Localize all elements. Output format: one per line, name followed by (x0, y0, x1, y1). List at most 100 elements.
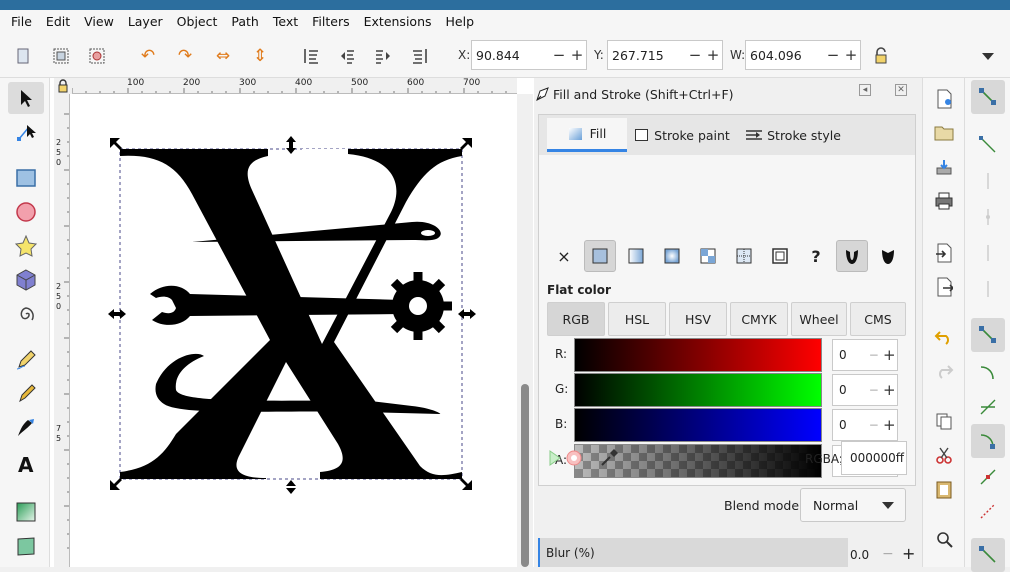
menu-help[interactable]: Help (439, 10, 482, 34)
red-increment-button[interactable]: + (882, 346, 897, 364)
fill-rule-nonzero-button[interactable] (872, 240, 904, 272)
ellipse-tool-icon[interactable] (8, 196, 44, 228)
w-increment-button[interactable]: + (842, 46, 860, 64)
blue-spinbox[interactable]: 0 − + (832, 409, 898, 441)
select-all-layers-icon[interactable] (48, 43, 74, 69)
spiral-tool-icon[interactable] (8, 298, 44, 330)
x-field[interactable]: 90.844 − + (471, 40, 587, 70)
tab-stroke-style[interactable]: Stroke style (737, 118, 849, 152)
pattern-button[interactable] (692, 240, 724, 272)
menu-edit[interactable]: Edit (39, 10, 77, 34)
toolbar-overflow-icon[interactable] (975, 43, 1001, 69)
mode-rgb-button[interactable]: RGB (547, 302, 605, 336)
snap-midpoints-icon[interactable] (971, 460, 1005, 494)
menu-filters[interactable]: Filters (305, 10, 356, 34)
color-picker-icon[interactable] (598, 447, 620, 469)
w-field[interactable]: 604.096 − + (745, 40, 861, 70)
calligraphy-tool-icon[interactable] (8, 412, 44, 444)
snap-bbox-midpoints-icon[interactable] (971, 236, 1005, 270)
lower-to-bottom-icon[interactable] (407, 43, 433, 69)
mode-wheel-button[interactable]: Wheel (791, 302, 847, 336)
y-decrement-button[interactable]: − (686, 46, 704, 64)
vertical-ruler[interactable]: 2 5 0 2 5 0 7 5 (54, 94, 70, 567)
y-value[interactable]: 267.715 (608, 48, 686, 63)
panel-collapse-icon[interactable]: ◂ (859, 84, 871, 96)
green-decrement-button[interactable]: − (866, 383, 881, 397)
snap-paths-icon[interactable] (971, 356, 1005, 390)
green-value[interactable]: 0 (833, 383, 866, 397)
export-icon[interactable] (931, 274, 957, 300)
snap-toggle-icon[interactable] (971, 80, 1005, 114)
node-tool-icon[interactable] (8, 116, 44, 148)
menu-text[interactable]: Text (266, 10, 305, 34)
selector-tool-icon[interactable] (8, 82, 44, 114)
menu-extensions[interactable]: Extensions (357, 10, 439, 34)
snap-nodes-icon[interactable] (971, 318, 1005, 352)
snap-intersections-icon[interactable] (971, 390, 1005, 424)
green-spinbox[interactable]: 0 − + (832, 374, 898, 406)
unset-paint-button[interactable]: ? (800, 240, 832, 272)
y-field[interactable]: 267.715 − + (607, 40, 723, 70)
mesh-gradient-button[interactable] (728, 240, 760, 272)
rectangle-tool-icon[interactable] (8, 162, 44, 194)
mode-cmyk-button[interactable]: CMYK (730, 302, 788, 336)
flip-horizontal-icon[interactable]: ⇔ (210, 43, 236, 69)
open-file-icon[interactable] (931, 120, 957, 146)
blue-slider[interactable] (574, 408, 822, 442)
text-tool-icon[interactable]: A (8, 448, 44, 480)
mesh-tool-icon[interactable] (8, 530, 44, 562)
menu-path[interactable]: Path (224, 10, 265, 34)
copy-icon[interactable] (931, 408, 957, 434)
blur-slider[interactable]: Blur (%) (538, 538, 848, 567)
snap-bbox-corners-icon[interactable] (971, 200, 1005, 234)
pencil-tool-icon[interactable] (8, 344, 44, 376)
zoom-selection-icon[interactable] (931, 526, 957, 552)
menu-object[interactable]: Object (170, 10, 225, 34)
blend-mode-select[interactable]: Normal (800, 488, 906, 522)
no-paint-button[interactable]: × (548, 240, 580, 272)
blur-increment-button[interactable]: + (902, 544, 915, 563)
tab-stroke-paint[interactable]: Stroke paint (627, 118, 737, 152)
raise-to-top-icon[interactable] (298, 43, 324, 69)
red-value[interactable]: 0 (833, 348, 866, 362)
3d-box-tool-icon[interactable] (8, 264, 44, 296)
new-document-icon[interactable] (931, 86, 957, 112)
x-decrement-button[interactable]: − (550, 46, 568, 64)
paste-icon[interactable] (931, 476, 957, 502)
undo-icon[interactable] (931, 324, 957, 350)
menu-layer[interactable]: Layer (121, 10, 170, 34)
menu-view[interactable]: View (77, 10, 121, 34)
swatch-button[interactable] (764, 240, 796, 272)
horizontal-ruler[interactable]: 100 200 300 400 500 600 700 (72, 78, 517, 94)
rgba-entry[interactable]: 000000ff (841, 441, 907, 475)
gradient-tool-icon[interactable] (8, 496, 44, 528)
green-slider[interactable] (574, 373, 822, 407)
x-increment-button[interactable]: + (568, 46, 586, 64)
blue-decrement-button[interactable]: − (866, 418, 881, 432)
w-decrement-button[interactable]: − (824, 46, 842, 64)
panel-close-icon[interactable]: ✕ (895, 84, 907, 96)
red-decrement-button[interactable]: − (866, 348, 881, 362)
mode-hsl-button[interactable]: HSL (608, 302, 666, 336)
linear-gradient-button[interactable] (620, 240, 652, 272)
y-increment-button[interactable]: + (704, 46, 722, 64)
raise-icon[interactable] (334, 43, 360, 69)
blue-value[interactable]: 0 (833, 418, 866, 432)
rotate-ccw-icon[interactable]: ↶ (135, 43, 161, 69)
flat-color-button[interactable] (584, 240, 616, 272)
snap-bbox-center-icon[interactable] (971, 272, 1005, 306)
tab-fill[interactable]: Fill (547, 118, 627, 152)
green-increment-button[interactable]: + (882, 381, 897, 399)
print-icon[interactable] (931, 188, 957, 214)
lower-icon[interactable] (370, 43, 396, 69)
canvas-vertical-scrollbar[interactable] (517, 94, 533, 567)
blue-increment-button[interactable]: + (882, 416, 897, 434)
red-slider[interactable] (574, 338, 822, 372)
drawing[interactable] (72, 94, 517, 567)
x-value[interactable]: 90.844 (472, 48, 550, 63)
flip-vertical-icon[interactable]: ⇕ (247, 43, 273, 69)
snap-bbox-icon[interactable] (971, 128, 1005, 162)
select-all-icon[interactable] (10, 43, 36, 69)
radial-gradient-button[interactable] (656, 240, 688, 272)
red-spinbox[interactable]: 0 − + (832, 339, 898, 371)
